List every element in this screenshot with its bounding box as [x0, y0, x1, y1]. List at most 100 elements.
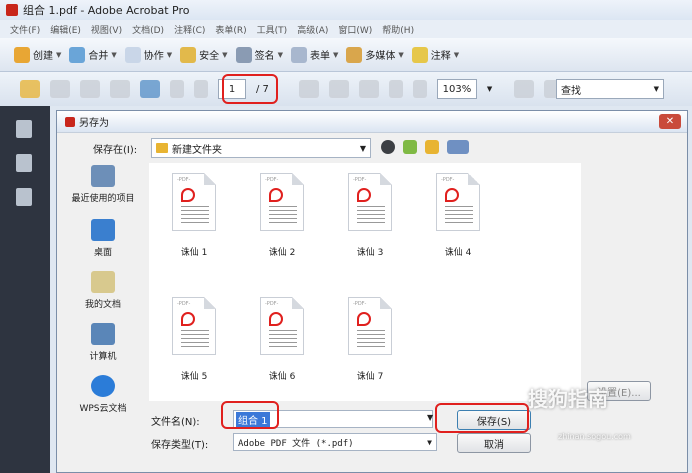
create-button[interactable]: 创建 ▼ — [14, 46, 62, 63]
select-tool-icon[interactable] — [298, 80, 319, 98]
bookmarks-panel-icon[interactable] — [16, 154, 32, 172]
file-item[interactable]: -PDF- 诛仙 2 — [247, 173, 317, 258]
chevron-down-icon: ▼ — [398, 50, 404, 59]
zoom-tool-icon[interactable] — [358, 80, 379, 98]
chevron-down-icon: ▼ — [111, 50, 117, 59]
comment-icon — [411, 46, 428, 63]
dialog-titlebar: 另存为 — [57, 111, 687, 133]
filetype-combo[interactable]: Adobe PDF 文件 (*.pdf) ▼ — [233, 433, 437, 451]
place-computer[interactable]: 计算机 — [63, 323, 143, 362]
file-item[interactable]: -PDF- 诛仙 3 — [335, 173, 405, 258]
chevron-down-icon: ▼ — [277, 50, 283, 59]
chevron-down-icon: ▼ — [222, 50, 228, 59]
combine-button[interactable]: 合并 ▼ — [69, 46, 117, 63]
email-icon[interactable] — [110, 80, 130, 98]
place-recent[interactable]: 最近使用的项目 — [63, 165, 143, 204]
save-as-dialog: 另存为 ✕ 保存在(I): 新建文件夹 ▼ 最近使用的项目 桌面 我的文档 计算… — [56, 110, 688, 473]
new-folder-icon[interactable] — [425, 140, 439, 154]
place-desktop[interactable]: 桌面 — [63, 219, 143, 258]
pen-icon — [235, 46, 252, 63]
places-sidebar: 最近使用的项目 桌面 我的文档 计算机 WPS云文档 — [63, 163, 143, 415]
cancel-button[interactable]: 取消 — [457, 433, 531, 453]
window-title: 组合 1.pdf - Adobe Acrobat Pro — [23, 4, 190, 17]
menu-help[interactable]: 帮助(H) — [382, 23, 414, 36]
back-icon[interactable] — [381, 140, 395, 154]
filetype-label: 保存类型(T): — [151, 440, 209, 451]
print-icon[interactable] — [50, 80, 70, 98]
chevron-down-icon: ▼ — [453, 50, 460, 59]
menu-forms[interactable]: 表单(R) — [215, 23, 246, 36]
chevron-down-icon: ▼ — [332, 50, 339, 59]
hand-tool-icon[interactable] — [328, 80, 349, 98]
close-button[interactable]: ✕ — [659, 114, 681, 129]
globe-icon[interactable] — [140, 80, 160, 98]
zoom-level-combo[interactable]: 103% — [436, 79, 477, 99]
pdf-file-icon: -PDF- — [172, 297, 216, 355]
page-down-icon[interactable] — [194, 80, 208, 98]
pdf-file-icon: -PDF- — [348, 297, 392, 355]
multimedia-icon — [346, 46, 363, 63]
view-menu-icon[interactable] — [447, 140, 469, 154]
pages-panel-icon[interactable] — [16, 120, 32, 138]
signatures-panel-icon[interactable] — [16, 188, 32, 206]
menu-window[interactable]: 窗口(W) — [338, 23, 372, 36]
place-documents[interactable]: 我的文档 — [63, 271, 143, 310]
multimedia-button[interactable]: 多媒体 ▼ — [346, 46, 404, 63]
page-up-icon[interactable] — [170, 80, 184, 98]
menu-view[interactable]: 视图(V) — [91, 23, 122, 36]
collaborate-icon — [124, 46, 141, 63]
menu-document[interactable]: 文档(D) — [132, 23, 164, 36]
secure-button[interactable]: 安全 ▼ — [180, 46, 228, 63]
place-wps-cloud[interactable]: WPS云文档 — [63, 375, 143, 414]
chevron-down-icon: ▼ — [653, 85, 659, 93]
save-in-combo[interactable]: 新建文件夹 ▼ — [151, 138, 371, 158]
pdf-file-icon: -PDF- — [172, 173, 216, 231]
task-toolbar: 创建 ▼ 合并 ▼ 协作 ▼ 安全 ▼ 签名 ▼ 表单 ▼ 多媒体 ▼ 注释 ▼ — [0, 38, 692, 72]
file-item[interactable]: -PDF- 诛仙 1 — [159, 173, 229, 258]
file-item[interactable]: -PDF- 诛仙 4 — [423, 173, 493, 258]
window-titlebar: 组合 1.pdf - Adobe Acrobat Pro — [0, 0, 692, 20]
collaborate-button[interactable]: 协作 ▼ — [124, 46, 172, 63]
acrobat-logo-icon — [6, 4, 18, 16]
filename-label: 文件名(N): — [151, 417, 200, 428]
computer-icon — [91, 323, 115, 345]
file-item[interactable]: -PDF- 诛仙 7 — [335, 297, 405, 382]
documents-icon — [91, 271, 115, 293]
chevron-down-icon: ▼ — [359, 143, 366, 153]
menu-edit[interactable]: 编辑(E) — [50, 23, 81, 36]
chevron-down-icon[interactable]: ▼ — [427, 413, 433, 422]
search-input[interactable]: 查找 ▼ — [556, 79, 664, 99]
page-number-highlight — [222, 74, 278, 104]
open-folder-icon[interactable] — [20, 80, 40, 98]
pdf-file-icon: -PDF- — [436, 173, 480, 231]
chevron-down-icon[interactable]: ▼ — [487, 85, 492, 93]
pdf-file-icon: -PDF- — [260, 173, 304, 231]
desktop-icon — [91, 219, 115, 241]
fit-page-icon[interactable] — [514, 80, 535, 98]
forms-button[interactable]: 表单 ▼ — [290, 46, 339, 63]
menu-advanced[interactable]: 高级(A) — [297, 23, 328, 36]
zoom-in-icon[interactable] — [412, 80, 427, 98]
dialog-title: 另存为 — [79, 118, 109, 129]
comment-button[interactable]: 注释 ▼ — [411, 46, 460, 63]
up-folder-icon[interactable] — [403, 140, 417, 154]
create-icon — [14, 46, 30, 63]
menu-file[interactable]: 文件(F) — [10, 23, 40, 36]
filename-highlight — [221, 401, 279, 429]
form-icon — [290, 46, 307, 63]
menu-tools[interactable]: 工具(T) — [257, 23, 288, 36]
cloud-icon — [91, 375, 115, 397]
save-icon[interactable] — [80, 80, 100, 98]
file-item[interactable]: -PDF- 诛仙 5 — [159, 297, 229, 382]
zoom-out-icon[interactable] — [388, 80, 403, 98]
watermark-text: 搜狗指南 — [528, 387, 608, 411]
sign-button[interactable]: 签名 ▼ — [235, 46, 283, 63]
chevron-down-icon: ▼ — [56, 50, 62, 59]
file-item[interactable]: -PDF- 诛仙 6 — [247, 297, 317, 382]
file-list[interactable]: -PDF- 诛仙 1 -PDF- 诛仙 2 -PDF- 诛仙 3 -PDF- 诛仙 4 … — [149, 163, 581, 401]
menu-comments[interactable]: 注释(C) — [174, 23, 205, 36]
pdf-file-icon: -PDF- — [260, 297, 304, 355]
save-in-label: 保存在(I): — [93, 145, 138, 156]
menu-bar: 文件(F) 编辑(E) 视图(V) 文档(D) 注释(C) 表单(R) 工具(T… — [0, 20, 692, 38]
recent-items-icon — [91, 165, 115, 187]
